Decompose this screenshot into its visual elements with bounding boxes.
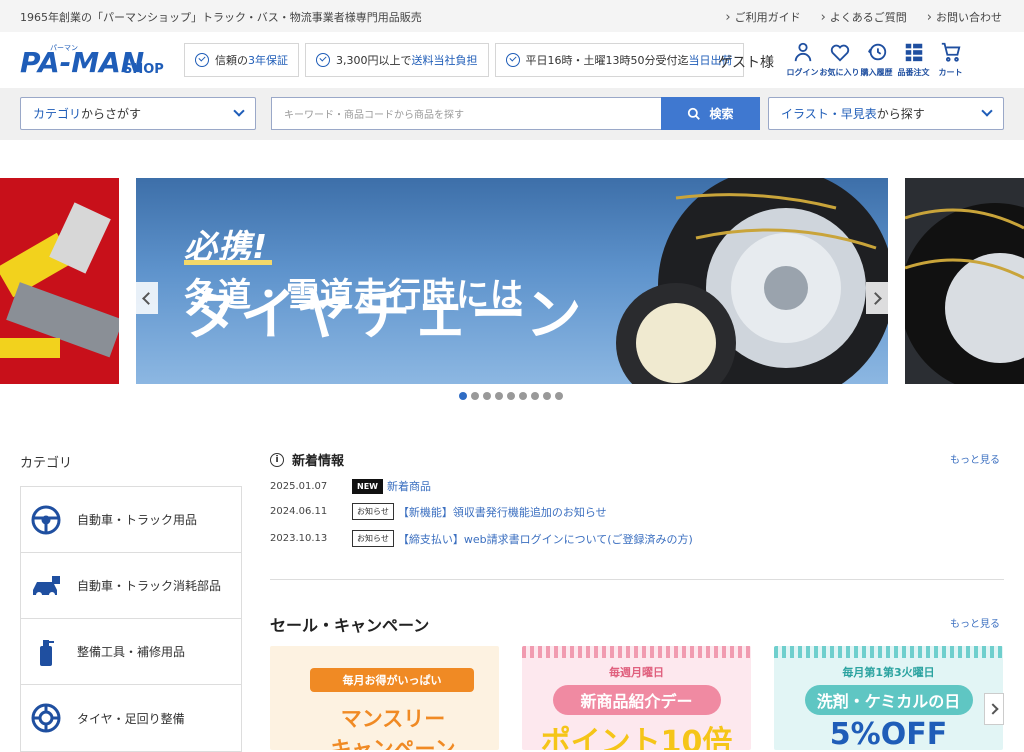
carousel-dots (459, 392, 563, 400)
top-links: › ご利用ガイド › よくあるご質問 › お問い合わせ (725, 9, 1002, 25)
carousel-dot[interactable] (459, 392, 467, 400)
category-item-auto-truck[interactable]: 自動車・トラック用品 (21, 487, 241, 553)
campaign-card-chemical[interactable]: 毎月第1第3火曜日 洗剤・ケミカルの日 5%OFF (774, 646, 1003, 750)
history-icon (867, 43, 886, 61)
cart-button[interactable]: カート (932, 41, 969, 78)
heart-icon (830, 44, 849, 62)
purchase-history-button[interactable]: 購入履歴 (858, 41, 895, 78)
chevron-right-icon: › (725, 9, 731, 25)
campaign-card-monthly[interactable]: 毎月お得がいっぱい マンスリー キャンペーン (270, 646, 499, 750)
carousel-next-button[interactable] (866, 282, 888, 314)
news-heading: i 新着情報 (270, 450, 344, 469)
banner-title: タイヤチェーン (182, 283, 584, 348)
news-link[interactable]: 【新機能】領収書発行機能追加のお知らせ (398, 504, 607, 520)
category-item-tools[interactable]: 整備工具・補修用品 (21, 619, 241, 685)
shipping-badge: 3,300円以上で送料当社負担 (305, 43, 489, 77)
tire-icon (29, 701, 63, 735)
illustration-select[interactable]: イラスト・早見表から探す (768, 97, 1004, 130)
campaign-ribbon: 毎月お得がいっぱい (310, 668, 474, 692)
favorites-button[interactable]: お気に入り (820, 41, 860, 78)
faq-link[interactable]: › よくあるご質問 (821, 9, 907, 25)
news-link[interactable]: 新着商品 (387, 478, 431, 494)
campaign-card-title: マンスリー キャンペーン (330, 707, 456, 750)
news-more-link[interactable]: もっと見る (950, 451, 1000, 466)
search-bar: カテゴリからさがす キーワード・商品コードから商品を探す 検索 イラスト・早見表… (0, 88, 1024, 140)
svg-text:パーマン: パーマン (50, 44, 78, 52)
category-heading: カテゴリ (20, 456, 73, 471)
contact-link[interactable]: › お問い合わせ (927, 9, 1002, 25)
carousel-dot[interactable] (471, 392, 479, 400)
part-number-order-button[interactable]: 品番注文 (895, 41, 932, 78)
notice-badge: お知らせ (352, 530, 394, 547)
site-tagline: 1965年創業の「パーマンショップ」トラック・バス・物流事業者様専門用品販売 (20, 11, 422, 24)
site-header: PA-MAN SHOP パーマン 信頼の3年保証 3,300円以上で送料当社負担… (0, 32, 1024, 88)
chevron-right-icon (986, 703, 999, 715)
category-item-consumable-parts[interactable]: 自動車・トラック消耗部品 (21, 553, 241, 619)
campaign-next-button[interactable] (984, 693, 1004, 725)
category-select[interactable]: カテゴリからさがす (20, 97, 256, 130)
chevron-down-icon (981, 105, 993, 117)
news-item: 2024.06.11 お知らせ 【新機能】領収書発行機能追加のお知らせ (270, 503, 607, 520)
car-parts-icon (29, 569, 63, 603)
search-input[interactable]: キーワード・商品コードから商品を探す (271, 97, 661, 130)
campaign-card-new-product[interactable]: 毎週月曜日 新商品紹介デー ポイント10倍 (522, 646, 751, 750)
decorative-stripe (774, 646, 1003, 658)
check-circle-icon (195, 53, 209, 67)
carousel-dot[interactable] (495, 392, 503, 400)
campaign-heading: セール・キャンペーン (270, 616, 430, 635)
carousel-prev-button[interactable] (136, 282, 158, 314)
guest-name: ゲスト様 (718, 55, 774, 71)
list-icon (905, 43, 922, 62)
user-icon (794, 42, 811, 62)
chevron-left-icon (142, 291, 155, 305)
carousel-dot[interactable] (507, 392, 515, 400)
check-circle-icon (505, 53, 520, 67)
spray-can-icon (29, 635, 63, 669)
carousel-dot[interactable] (483, 392, 491, 400)
category-list: 自動車・トラック用品 自動車・トラック消耗部品 整備工具・補修用品 タイヤ・足回… (20, 486, 242, 752)
carousel-dot[interactable] (531, 392, 539, 400)
check-circle-icon (316, 53, 330, 67)
chevron-right-icon: › (820, 9, 826, 25)
hero-carousel: 必携! 冬道・雪道走行時には タイヤチェーン (0, 178, 1024, 384)
carousel-dot[interactable] (555, 392, 563, 400)
header-icons: ログイン お気に入り 購入履歴 品番注文 カート (784, 41, 969, 78)
hero-slide[interactable]: 必携! 冬道・雪道走行時には タイヤチェーン (136, 178, 888, 384)
steering-wheel-icon (29, 503, 63, 537)
carousel-dot[interactable] (519, 392, 527, 400)
service-badges: 信頼の3年保証 3,300円以上で送料当社負担 平日16時・土曜13時50分受付… (184, 43, 744, 77)
svg-text:SHOP: SHOP (123, 62, 164, 77)
decorative-stripe (522, 646, 751, 658)
search-icon (688, 107, 701, 120)
search-button[interactable]: 検索 (661, 97, 760, 130)
new-badge: NEW (352, 478, 383, 494)
info-icon: i (270, 452, 284, 467)
warranty-badge: 信頼の3年保証 (184, 43, 299, 77)
carousel-dot[interactable] (543, 392, 551, 400)
notice-badge: お知らせ (352, 503, 394, 520)
news-link[interactable]: 【締支払い】web請求書ログインについて(ご登録済みの方) (398, 531, 693, 547)
chevron-down-icon (233, 105, 245, 117)
login-button[interactable]: ログイン (784, 41, 821, 78)
news-item: 2025.01.07 NEW 新着商品 (270, 478, 431, 494)
cart-icon (941, 42, 960, 62)
guide-link[interactable]: › ご利用ガイド (725, 9, 800, 25)
chevron-right-icon: › (926, 9, 932, 25)
top-bar: 1965年創業の「パーマンショップ」トラック・バス・物流事業者様専門用品販売 ›… (0, 0, 1024, 32)
site-logo[interactable]: PA-MAN SHOP パーマン (20, 42, 170, 79)
campaign-more-link[interactable]: もっと見る (950, 615, 1000, 630)
section-divider (270, 579, 1004, 580)
underline-accent (184, 260, 272, 265)
next-slide-preview[interactable] (905, 178, 1024, 384)
same-day-badge: 平日16時・土曜13時50分受付迄当日出荷 (494, 43, 744, 77)
category-item-tire[interactable]: タイヤ・足回り整備 (21, 685, 241, 751)
news-item: 2023.10.13 お知らせ 【締支払い】web請求書ログインについて(ご登録… (270, 530, 693, 547)
prev-slide-preview[interactable] (0, 178, 119, 384)
chevron-right-icon (869, 291, 882, 305)
